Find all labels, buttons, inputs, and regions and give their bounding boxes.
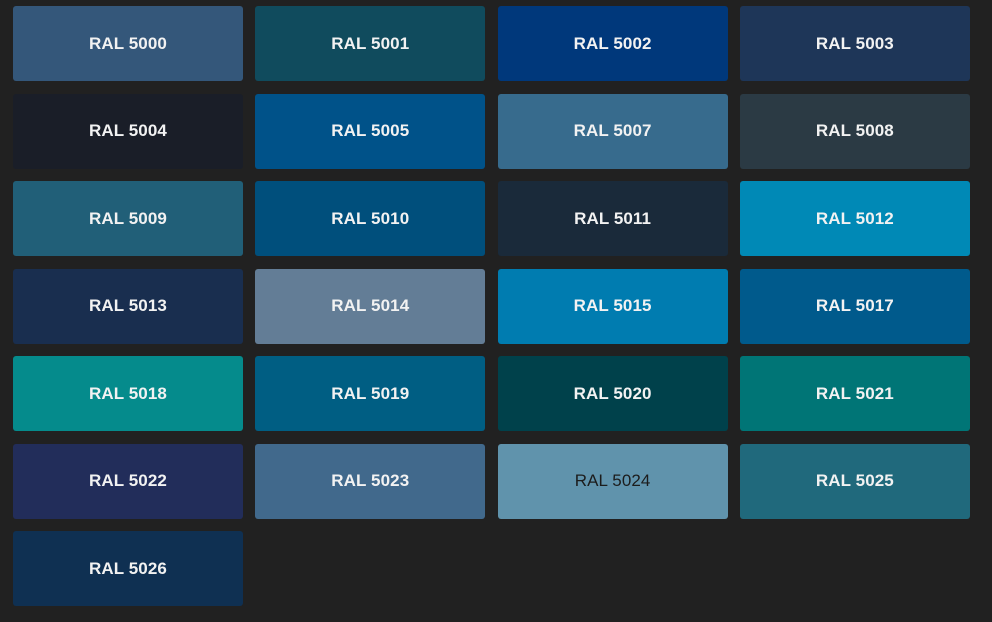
color-swatch-ral-5000[interactable]: RAL 5000 <box>13 6 243 81</box>
color-swatch-ral-5011[interactable]: RAL 5011 <box>497 181 728 256</box>
color-swatch-ral-5019[interactable]: RAL 5019 <box>255 356 486 431</box>
color-swatch-ral-5018[interactable]: RAL 5018 <box>13 356 243 431</box>
color-swatch-ral-5017[interactable]: RAL 5017 <box>739 268 970 344</box>
color-swatch-ral-5001[interactable]: RAL 5001 <box>255 6 486 81</box>
color-swatch-ral-5013[interactable]: RAL 5013 <box>13 268 243 344</box>
color-swatch-ral-5021[interactable]: RAL 5021 <box>739 356 970 431</box>
color-swatch-ral-5015[interactable]: RAL 5015 <box>497 268 728 344</box>
color-swatch-ral-5024[interactable]: RAL 5024 <box>497 443 728 519</box>
color-swatch-ral-5025[interactable]: RAL 5025 <box>739 443 970 519</box>
color-swatch-ral-5022[interactable]: RAL 5022 <box>13 443 243 519</box>
color-swatch-ral-5007[interactable]: RAL 5007 <box>497 93 728 169</box>
color-swatch-ral-5010[interactable]: RAL 5010 <box>255 181 486 256</box>
color-swatch-ral-5008[interactable]: RAL 5008 <box>739 93 970 169</box>
color-swatch-ral-5020[interactable]: RAL 5020 <box>497 356 728 431</box>
color-swatch-ral-5004[interactable]: RAL 5004 <box>13 93 243 169</box>
color-swatch-ral-5014[interactable]: RAL 5014 <box>255 268 486 344</box>
color-swatch-ral-5023[interactable]: RAL 5023 <box>255 443 486 519</box>
color-swatch-grid: RAL 5000 RAL 5001 RAL 5002 RAL 5003 RAL 5004… <box>13 6 970 606</box>
color-swatch-ral-5012[interactable]: RAL 5012 <box>739 181 970 256</box>
color-swatch-ral-5003[interactable]: RAL 5003 <box>739 6 970 81</box>
color-swatch-ral-5002[interactable]: RAL 5002 <box>497 6 728 81</box>
color-swatch-ral-5005[interactable]: RAL 5005 <box>255 93 486 169</box>
color-swatch-ral-5026[interactable]: RAL 5026 <box>13 531 243 606</box>
color-swatch-ral-5009[interactable]: RAL 5009 <box>13 181 243 256</box>
